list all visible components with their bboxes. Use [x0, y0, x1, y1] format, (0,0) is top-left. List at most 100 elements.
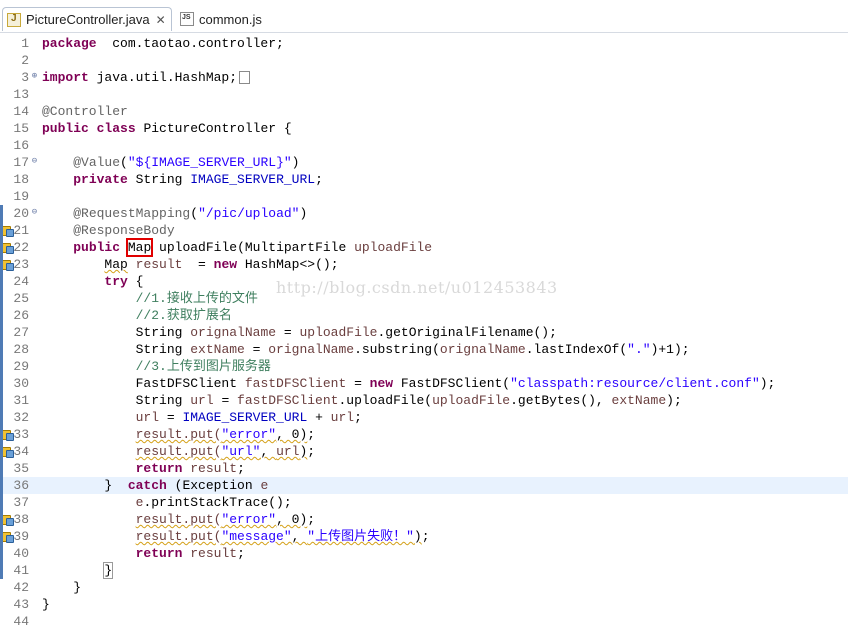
change-ruler-strip [0, 205, 3, 579]
code-token: new [213, 257, 238, 272]
code-token: ) [413, 529, 422, 544]
expand-fold-icon[interactable]: ⊕ [30, 72, 39, 81]
close-tab-icon[interactable]: ✕ [156, 13, 166, 27]
code-text: private String IMAGE_SERVER_URL; [42, 171, 323, 188]
code-line[interactable]: 1 package com.taotao.controller; [0, 35, 848, 52]
code-token: @ResponseBody [73, 223, 175, 238]
code-line[interactable]: 31 String url = fastDFSClient.uploadFile… [0, 392, 848, 409]
collapsed-imports-icon[interactable] [239, 71, 251, 85]
code-line[interactable]: 2 [0, 52, 848, 69]
code-line[interactable]: 40 return result; [0, 545, 848, 562]
tab-label: PictureController.java [26, 12, 150, 27]
code-token: orignalName [268, 342, 355, 357]
code-line[interactable]: 17 ⊖ @Value("${IMAGE_SERVER_URL}") [0, 154, 848, 171]
code-text: import java.util.HashMap; [42, 69, 251, 86]
code-token: ; [237, 546, 245, 561]
code-line[interactable]: 14 @Controller [0, 103, 848, 120]
code-line[interactable]: 3 ⊕ import java.util.HashMap; [0, 69, 848, 86]
code-token: , 0) [276, 427, 308, 442]
code-token: "${IMAGE_SERVER_URL}" [127, 155, 292, 170]
code-token: String [42, 325, 191, 340]
code-token: try [104, 274, 128, 289]
code-line[interactable]: 23 Map result = new HashMap<>(); [0, 256, 848, 273]
collapse-fold-icon[interactable]: ⊖ [30, 157, 39, 166]
code-line[interactable]: 34 result.put("url", url); [0, 443, 848, 460]
code-line[interactable]: 30 FastDFSClient fastDFSClient = new Fas… [0, 375, 848, 392]
code-text: } [42, 579, 81, 596]
code-text: url = IMAGE_SERVER_URL + url; [42, 409, 362, 426]
collapse-fold-icon[interactable]: ⊖ [30, 208, 39, 217]
code-text: @Controller [42, 103, 128, 120]
code-line[interactable]: 28 String extName = orignalName.substrin… [0, 341, 848, 358]
code-token: ( [120, 155, 128, 170]
code-token: ; [307, 444, 316, 459]
code-text: @ResponseBody [42, 222, 175, 239]
code-text: return result; [42, 545, 245, 562]
code-line[interactable]: 19 [0, 188, 848, 205]
code-line[interactable]: 32 url = IMAGE_SERVER_URL + url; [0, 409, 848, 426]
code-line[interactable]: 43} [0, 596, 848, 613]
code-token: PictureController { [135, 121, 292, 136]
code-token: , [291, 529, 308, 544]
code-line[interactable]: 26 //2.获取扩展名 [0, 307, 848, 324]
code-editor[interactable]: 1 package com.taotao.controller; 2 3 ⊕ import… [0, 33, 848, 629]
code-line[interactable]: 13 [0, 86, 848, 103]
code-line[interactable]: 15 public class PictureController { [0, 120, 848, 137]
code-line[interactable]: 18 private String IMAGE_SERVER_URL; [0, 171, 848, 188]
code-line[interactable]: 42 } [0, 579, 848, 596]
code-text: //2.获取扩展名 [42, 307, 232, 324]
code-text: String extName = orignalName.substring(o… [42, 341, 690, 358]
code-line[interactable]: 37 e.printStackTrace(); [0, 494, 848, 511]
code-token: = [276, 325, 300, 340]
code-line[interactable]: 29 //3.上传到图片服务器 [0, 358, 848, 375]
code-token: , 0) [276, 512, 308, 527]
line-number: 27 [13, 325, 29, 340]
code-token: } [103, 562, 114, 579]
code-token: String [42, 342, 191, 357]
java-file-icon [7, 12, 21, 27]
code-line[interactable]: 21 @ResponseBody [0, 222, 848, 239]
code-token: = [213, 393, 238, 408]
code-token: ; [307, 427, 316, 442]
code-text: package com.taotao.controller; [42, 35, 284, 52]
code-line[interactable]: 44 [0, 613, 848, 630]
code-token: //3.上传到图片服务器 [135, 359, 271, 374]
code-token: } [42, 597, 50, 612]
tab-common-js[interactable]: common.js [176, 7, 286, 31]
code-line[interactable]: 35 return result; [0, 460, 848, 477]
code-line[interactable]: 39 result.put("message", "上传图片失败！"); [0, 528, 848, 545]
code-text: @RequestMapping("/pic/upload") [42, 205, 307, 222]
code-token: = [244, 342, 269, 357]
code-token: package [42, 36, 97, 51]
code-token: catch [127, 478, 167, 493]
code-line[interactable]: 33 result.put("error", 0); [0, 426, 848, 443]
code-token: e [260, 478, 269, 493]
code-token: Map [104, 257, 128, 272]
code-token: "message" [221, 529, 292, 544]
tab-picturecontroller-java[interactable]: PictureController.java ✕ [2, 7, 172, 31]
code-line[interactable]: 22 public Map uploadFile(MultipartFile u… [0, 238, 848, 257]
code-token: orignalName [190, 325, 277, 340]
code-token: result.put( [135, 444, 222, 459]
code-text: result.put("message", "上传图片失败！"); [42, 528, 430, 545]
line-number: 2 [21, 53, 29, 68]
code-line[interactable]: 41 } [0, 562, 848, 579]
code-token: public [73, 240, 121, 255]
code-text: String orignalName = uploadFile.getOrigi… [42, 324, 557, 341]
code-line[interactable]: 27 String orignalName = uploadFile.getOr… [0, 324, 848, 341]
code-token: (Exception [166, 478, 261, 493]
code-line[interactable]: 36 } catch (Exception e [0, 477, 848, 494]
code-token: ; [354, 410, 362, 425]
code-token: .printStackTrace(); [143, 495, 292, 510]
js-file-icon [180, 12, 194, 26]
code-token: .getBytes(), [510, 393, 612, 408]
line-number: 36 [13, 478, 29, 493]
code-line[interactable]: 38 result.put("error", 0); [0, 511, 848, 528]
code-line[interactable]: 16 [0, 137, 848, 154]
code-line[interactable]: 20 ⊖ @RequestMapping("/pic/upload") [0, 205, 848, 222]
